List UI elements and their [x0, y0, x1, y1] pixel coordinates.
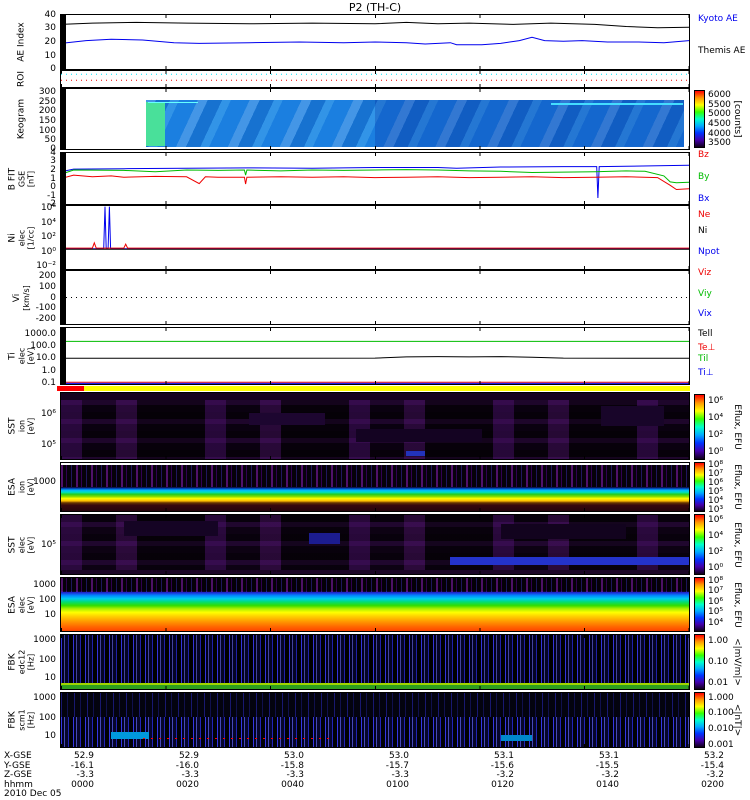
footer-value: 53.1: [598, 751, 619, 761]
footer-value: 0200: [701, 779, 724, 790]
footer-value: -3.3: [181, 770, 199, 780]
footer-value: -3.3: [76, 770, 94, 780]
axis-footer: X-GSE Y-GSE Z-GSE hhmm 2010 Dec 05 52.9 -16.1-…: [0, 0, 750, 800]
footer-value: 52.9: [178, 751, 199, 761]
footer-value: 0100: [386, 779, 409, 790]
footer-value: -16.0: [175, 760, 199, 771]
footer-value: 53.1: [493, 751, 514, 761]
footer-value: -3.2: [601, 770, 619, 780]
footer-value: -15.5: [595, 760, 619, 771]
footer-value: 52.9: [73, 751, 94, 761]
footer-value: 53.0: [283, 751, 304, 761]
footer-value: -3.2: [496, 770, 514, 780]
footer-value: 0020: [176, 779, 199, 790]
footer-value: 0040: [281, 779, 304, 790]
footer-value: -15.6: [490, 760, 514, 771]
themis-summary-plot: P2 (TH-C) 40 30 20 10 0 AE Index ROI 300 250 200 1…: [0, 0, 750, 800]
footer-value: -16.1: [70, 760, 94, 771]
footer-value: 0140: [596, 779, 619, 790]
footer-value: -3.2: [706, 770, 724, 780]
footer-value: -3.3: [391, 770, 409, 780]
footer-value: -15.7: [385, 760, 409, 771]
footer-value: 53.2: [703, 751, 724, 761]
footer-value: -3.3: [286, 770, 304, 780]
footer-value: 0120: [491, 779, 514, 790]
footer-value: -15.4: [700, 760, 724, 771]
footer-value: -15.8: [280, 760, 304, 771]
footer-value: 53.0: [388, 751, 409, 761]
footer-date-label: 2010 Dec 05: [4, 789, 62, 799]
footer-value: 0000: [71, 779, 94, 790]
